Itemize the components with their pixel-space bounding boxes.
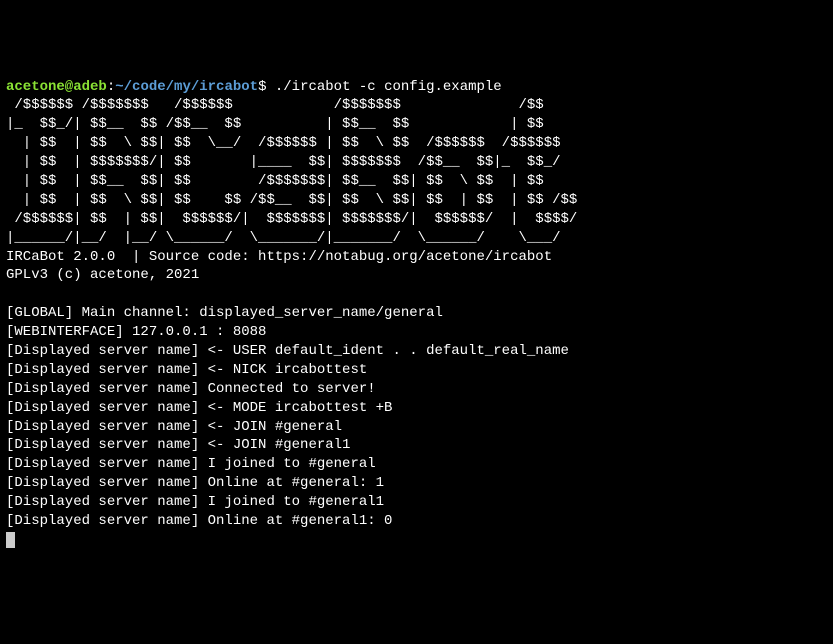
log-line: [Displayed server name] I joined to #gen… [6, 494, 384, 510]
terminal-output: acetone@adeb:~/code/my/ircabot$ ./ircabo… [6, 78, 827, 550]
prompt-line: acetone@adeb:~/code/my/ircabot$ ./ircabo… [6, 79, 502, 95]
log-line: [Displayed server name] <- JOIN #general… [6, 437, 350, 453]
ascii-art-line: /$$$$$$| $$ | $$| $$$$$$/| $$$$$$$| $$$$… [6, 211, 577, 227]
log-line: [GLOBAL] Main channel: displayed_server_… [6, 305, 443, 321]
license-line: GPLv3 (c) acetone, 2021 [6, 267, 199, 283]
prompt-user-host: acetone@adeb [6, 79, 107, 95]
log-line: [Displayed server name] <- NICK ircabott… [6, 362, 367, 378]
log-line: [Displayed server name] Connected to ser… [6, 381, 376, 397]
log-line: [WEBINTERFACE] 127.0.0.1 : 8088 [6, 324, 266, 340]
ascii-art-line: | $$ | $$ \ $$| $$ \__/ /$$$$$$ | $$ \ $… [6, 135, 561, 151]
log-line: [Displayed server name] <- JOIN #general [6, 419, 342, 435]
prompt-path: ~/code/my/ircabot [115, 79, 258, 95]
log-line: [Displayed server name] <- USER default_… [6, 343, 569, 359]
prompt-colon: : [107, 79, 115, 95]
ascii-art-line: /$$$$$$ /$$$$$$$ /$$$$$$ /$$$$$$$ /$$ [6, 97, 561, 113]
ascii-art-line: | $$ | $$__ $$| $$ /$$$$$$$| $$__ $$| $$… [6, 173, 561, 189]
log-line: [Displayed server name] Online at #gener… [6, 475, 384, 491]
log-line: [Displayed server name] <- MODE ircabott… [6, 400, 392, 416]
log-line: [Displayed server name] I joined to #gen… [6, 456, 376, 472]
log-line: [Displayed server name] Online at #gener… [6, 513, 392, 529]
ascii-art-line: |_ $$_/| $$__ $$ /$$__ $$ | $$__ $$ | $$ [6, 116, 561, 132]
ascii-art-line: |______/|__/ |__/ \______/ \_______/|___… [6, 230, 569, 246]
command-text: ./ircabot -c config.example [266, 79, 501, 95]
ascii-art-line: | $$ | $$ \ $$| $$ $$ /$$__ $$| $$ \ $$|… [6, 192, 577, 208]
ascii-art-line: | $$ | $$$$$$$/| $$ |____ $$| $$$$$$$ /$… [6, 154, 561, 170]
version-line: IRCaBot 2.0.0 | Source code: https://not… [6, 249, 552, 265]
cursor [6, 532, 15, 548]
